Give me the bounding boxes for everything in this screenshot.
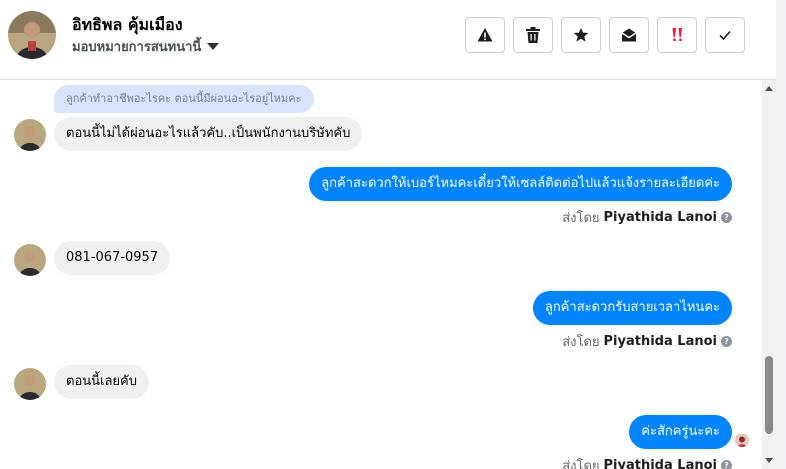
outgoing-message[interactable]: ลูกค้าสะดวกรับสายเวลาไหนคะ — [532, 291, 732, 325]
right-panel-edge — [776, 0, 786, 469]
sent-by-line: ส่งโดย Piyathida Lanoi ? — [562, 331, 732, 352]
assign-label: มอบหมายการสนทนานี้ — [72, 40, 202, 55]
vertical-scrollbar[interactable] — [762, 80, 776, 469]
sender-avatar — [14, 244, 46, 276]
follow-up-button[interactable] — [657, 17, 697, 53]
sent-by-prefix: ส่งโดย — [562, 459, 600, 469]
conversation-actions — [465, 17, 745, 53]
caret-down-icon — [207, 43, 220, 50]
star-icon — [573, 27, 589, 42]
double-exclamation-icon — [672, 28, 682, 42]
star-button[interactable] — [561, 17, 601, 53]
help-icon[interactable]: ? — [721, 460, 732, 469]
sender-avatar — [14, 368, 46, 400]
alert-icon — [477, 28, 493, 42]
scrollbar-thumb[interactable] — [765, 356, 773, 434]
message-thread[interactable]: ลูกค้าทำอาชีพอะไรคะ ตอนนี้มีผ่อนอะไรอยู่… — [0, 80, 762, 469]
incoming-message[interactable]: ตอนนี้ไม่ได้ผ่อนอะไรแล้วคับ..เป็นพนักงาน… — [54, 117, 363, 151]
help-icon[interactable]: ? — [721, 212, 732, 223]
trash-icon — [526, 27, 540, 43]
scroll-up-arrow-icon[interactable] — [765, 86, 773, 91]
delete-button[interactable] — [513, 17, 553, 53]
contact-name[interactable]: อิทธิพล คุ้มเมือง — [72, 13, 183, 38]
contact-avatar[interactable] — [8, 11, 56, 59]
spam-button[interactable] — [465, 17, 505, 53]
check-icon — [719, 30, 731, 41]
sent-by-line: ส่งโดย Piyathida Lanoi ? — [562, 455, 732, 469]
conversation-header: อิทธิพล คุ้มเมือง มอบหมายการสนทนานี้ — [0, 0, 776, 80]
help-icon[interactable]: ? — [721, 336, 732, 347]
sent-by-name[interactable]: Piyathida Lanoi — [604, 334, 717, 349]
sent-by-prefix: ส่งโดย — [562, 335, 600, 350]
done-button[interactable] — [705, 17, 745, 53]
envelope-open-icon — [621, 28, 637, 42]
assign-conversation-dropdown[interactable]: มอบหมายการสนทนานี้ — [72, 36, 220, 57]
scroll-down-arrow-icon[interactable] — [765, 458, 773, 463]
incoming-message[interactable]: ตอนนี้เลยคับ — [54, 365, 149, 399]
mark-unread-button[interactable] — [609, 17, 649, 53]
sent-by-prefix: ส่งโดย — [562, 211, 600, 226]
sent-by-line: ส่งโดย Piyathida Lanoi ? — [562, 207, 732, 228]
outgoing-message[interactable]: ลูกค้าสะดวกให้เบอร์ไหมคะเดี๋ยวให้เซลล์ติ… — [309, 167, 732, 201]
sender-avatar — [14, 119, 46, 151]
sent-by-name[interactable]: Piyathida Lanoi — [604, 458, 717, 469]
quoted-message: ลูกค้าทำอาชีพอะไรคะ ตอนนี้มีผ่อนอะไรอยู่… — [54, 85, 314, 113]
incoming-message[interactable]: 081-067-0957 — [54, 241, 171, 275]
sent-by-name[interactable]: Piyathida Lanoi — [604, 210, 717, 225]
outgoing-message[interactable]: ค่ะสักครู่นะคะ — [629, 415, 732, 449]
read-receipt-avatar — [735, 433, 749, 447]
